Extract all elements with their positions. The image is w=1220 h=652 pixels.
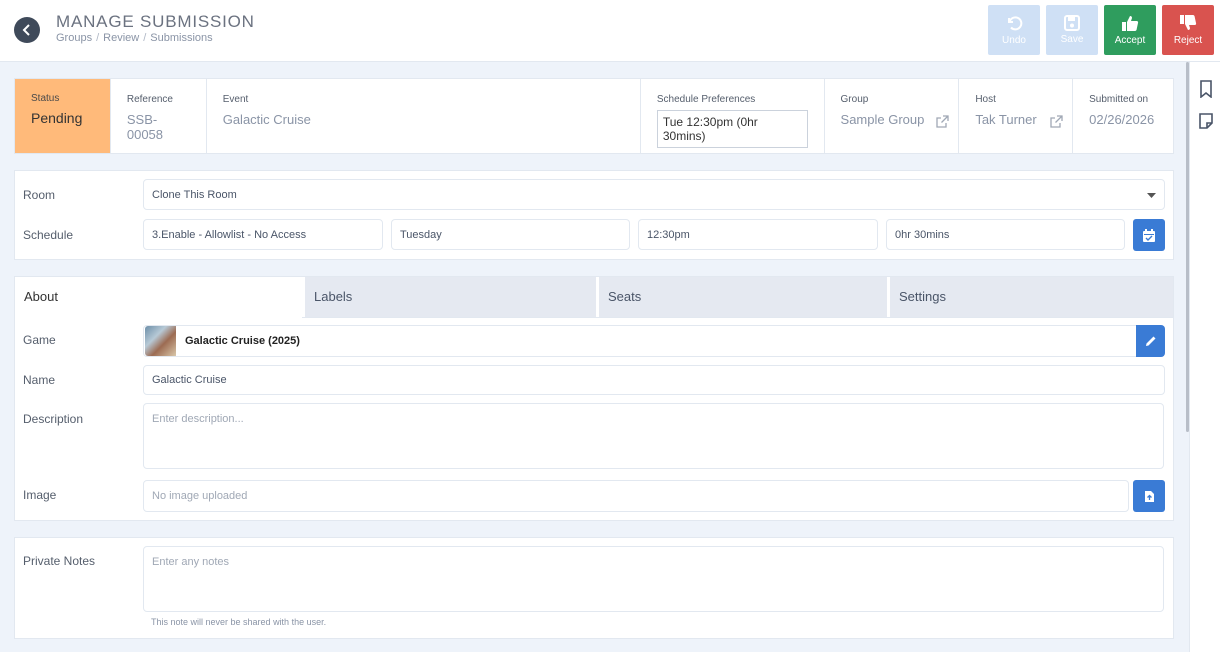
accept-label: Accept bbox=[1114, 35, 1146, 46]
calendar-button[interactable] bbox=[1133, 219, 1165, 251]
reference-value: SSB-00058 bbox=[126, 112, 164, 142]
tab-labels[interactable]: Labels bbox=[305, 277, 599, 317]
breadcrumb-submissions[interactable]: Submissions bbox=[150, 32, 212, 44]
schedule-label: Schedule bbox=[23, 228, 74, 242]
submitted-value: 02/26/2026 bbox=[1089, 112, 1155, 127]
submitted-cell: Submitted on 02/26/2026 bbox=[1073, 79, 1173, 153]
host-value: Tak Turner bbox=[975, 112, 1037, 127]
image-label: Image bbox=[23, 488, 57, 502]
reject-button[interactable]: Reject bbox=[1162, 5, 1214, 55]
tab-seats[interactable]: Seats bbox=[599, 277, 890, 317]
chevron-left-icon bbox=[22, 24, 30, 36]
external-link-icon[interactable] bbox=[936, 115, 949, 128]
group-cell: Group Sample Group bbox=[825, 79, 960, 153]
breadcrumb: Groups / Review / Submissions bbox=[56, 32, 213, 44]
event-value: Galactic Cruise bbox=[222, 112, 311, 127]
schedule-time-field[interactable]: 12:30pm bbox=[638, 219, 878, 250]
room-label: Room bbox=[23, 188, 56, 202]
tab-about[interactable]: About bbox=[15, 277, 305, 317]
schedule-preferences-label: Schedule Preferences bbox=[656, 94, 756, 105]
schedule-duration-field[interactable]: 0hr 30mins bbox=[886, 219, 1125, 250]
game-thumbnail bbox=[145, 326, 176, 356]
details-card: About Labels Seats Settings Game Galacti… bbox=[14, 276, 1174, 521]
private-notes-hint: This note will never be shared with the … bbox=[151, 617, 327, 627]
save-button[interactable]: Save bbox=[1046, 5, 1098, 55]
private-notes-label: Private Notes bbox=[23, 554, 96, 568]
submitted-label: Submitted on bbox=[1089, 94, 1149, 105]
tab-divider bbox=[302, 317, 1173, 318]
caret-down-icon bbox=[1147, 193, 1156, 198]
save-icon bbox=[1064, 15, 1080, 31]
status-value: Pending bbox=[31, 110, 83, 126]
game-field[interactable]: Galactic Cruise (2025) bbox=[143, 325, 1165, 357]
reject-label: Reject bbox=[1173, 35, 1203, 46]
breadcrumb-review[interactable]: Review bbox=[103, 32, 139, 44]
image-field[interactable]: No image uploaded bbox=[143, 480, 1129, 512]
breadcrumb-separator: / bbox=[96, 32, 100, 44]
status-label: Status bbox=[31, 93, 60, 104]
undo-button[interactable]: Undo bbox=[988, 5, 1040, 55]
group-label: Group bbox=[840, 94, 869, 105]
game-label: Game bbox=[23, 333, 56, 347]
right-rail bbox=[1189, 62, 1220, 652]
thumbs-down-icon bbox=[1180, 15, 1197, 30]
event-label: Event bbox=[222, 94, 249, 105]
group-value: Sample Group bbox=[840, 112, 925, 127]
breadcrumb-separator: / bbox=[143, 32, 147, 44]
submission-summary: Status Pending Reference SSB-00058 Event… bbox=[14, 78, 1174, 154]
name-label: Name bbox=[23, 373, 56, 387]
thumbs-up-icon bbox=[1122, 16, 1139, 31]
upload-image-button[interactable] bbox=[1133, 480, 1165, 512]
name-input[interactable]: Galactic Cruise bbox=[143, 365, 1165, 395]
private-notes-card: Private Notes Enter any notes This note … bbox=[14, 537, 1174, 639]
event-cell: Event Galactic Cruise bbox=[207, 79, 641, 153]
bookmark-icon[interactable] bbox=[1198, 80, 1214, 98]
host-label: Host bbox=[975, 94, 996, 105]
description-label: Description bbox=[23, 412, 84, 426]
file-upload-icon bbox=[1144, 490, 1154, 502]
header-actions: Undo Save Accept Reject bbox=[988, 5, 1214, 55]
reference-label: Reference bbox=[126, 94, 173, 105]
room-select-value: Clone This Room bbox=[152, 188, 237, 201]
page-title: MANAGE SUBMISSION bbox=[56, 12, 255, 31]
breadcrumb-groups[interactable]: Groups bbox=[56, 32, 92, 44]
accept-button[interactable]: Accept bbox=[1104, 5, 1156, 55]
edit-game-button[interactable] bbox=[1136, 325, 1165, 357]
game-value: Galactic Cruise (2025) bbox=[185, 335, 300, 347]
reference-cell: Reference SSB-00058 bbox=[111, 79, 207, 153]
external-link-icon[interactable] bbox=[1050, 115, 1063, 128]
description-textarea[interactable]: Enter description... bbox=[143, 403, 1164, 469]
status-cell: Status Pending bbox=[15, 79, 111, 153]
schedule-day-field[interactable]: Tuesday bbox=[391, 219, 630, 250]
schedule-preferences-value: Tue 12:30pm (0hr 30mins) bbox=[656, 110, 808, 148]
schedule-slot-select[interactable]: 3.Enable - Allowlist - No Access bbox=[143, 219, 383, 250]
room-select[interactable]: Clone This Room bbox=[143, 179, 1165, 210]
pencil-icon bbox=[1145, 336, 1155, 346]
back-button[interactable] bbox=[14, 17, 40, 43]
page-header: MANAGE SUBMISSION Groups / Review / Subm… bbox=[0, 0, 1220, 62]
sticky-note-icon[interactable] bbox=[1198, 112, 1214, 130]
undo-label: Undo bbox=[1002, 35, 1026, 46]
scrollbar[interactable] bbox=[1186, 62, 1189, 432]
tab-settings[interactable]: Settings bbox=[890, 277, 1173, 317]
room-schedule-card: Room Clone This Room Schedule 3.Enable -… bbox=[14, 170, 1174, 260]
schedule-preferences-cell: Schedule Preferences Tue 12:30pm (0hr 30… bbox=[641, 79, 825, 153]
host-cell: Host Tak Turner bbox=[959, 79, 1074, 153]
tab-bar: About Labels Seats Settings bbox=[15, 277, 1173, 318]
save-label: Save bbox=[1060, 34, 1084, 45]
calendar-icon bbox=[1143, 228, 1155, 242]
undo-icon bbox=[1008, 16, 1023, 31]
private-notes-textarea[interactable]: Enter any notes bbox=[143, 546, 1164, 612]
